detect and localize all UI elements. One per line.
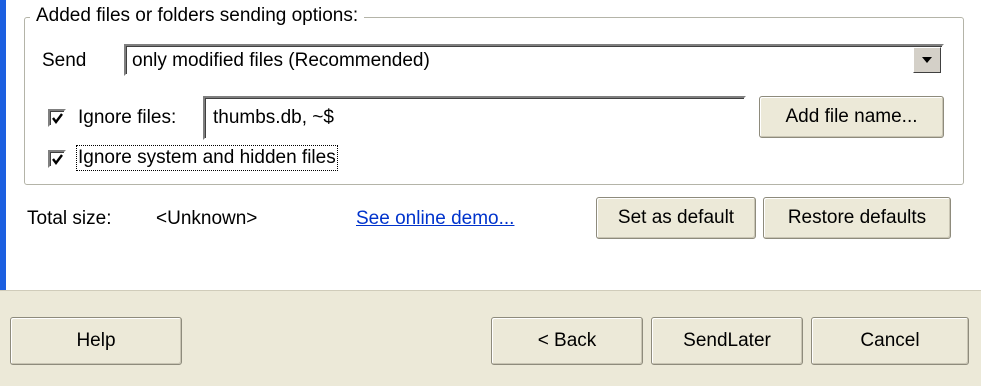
send-later-button[interactable]: SendLater [651, 317, 803, 365]
dropdown-arrow-button[interactable] [913, 47, 941, 73]
checkmark-icon [52, 154, 63, 165]
send-mode-selected: only modified files (Recommended) [132, 50, 430, 71]
online-demo-link[interactable]: See online demo... [356, 208, 514, 230]
wizard-footer: Help < Back SendLater Cancel [0, 290, 981, 386]
back-button[interactable]: < Back [491, 317, 643, 365]
group-legend: Added files or folders sending options: [30, 5, 365, 27]
chevron-down-icon [922, 57, 932, 63]
ignore-system-label[interactable]: Ignore system and hidden files [76, 145, 338, 171]
send-mode-dropdown[interactable]: only modified files (Recommended) [124, 44, 944, 76]
options-panel: Added files or folders sending options: … [6, 0, 981, 290]
send-label: Send [42, 50, 87, 71]
checkmark-icon [52, 113, 63, 124]
restore-defaults-button[interactable]: Restore defaults [763, 197, 951, 239]
add-file-name-button[interactable]: Add file name... [759, 96, 944, 138]
ignore-files-label[interactable]: Ignore files: [78, 107, 176, 129]
set-as-default-button[interactable]: Set as default [596, 197, 756, 239]
ignore-files-checkbox[interactable] [48, 109, 66, 127]
ignore-files-input[interactable] [203, 96, 746, 140]
total-size-label: Total size: [27, 208, 112, 229]
cancel-button[interactable]: Cancel [811, 317, 969, 365]
help-button[interactable]: Help [10, 317, 182, 365]
total-size-value: <Unknown> [156, 208, 258, 229]
ignore-system-checkbox[interactable] [48, 150, 66, 168]
